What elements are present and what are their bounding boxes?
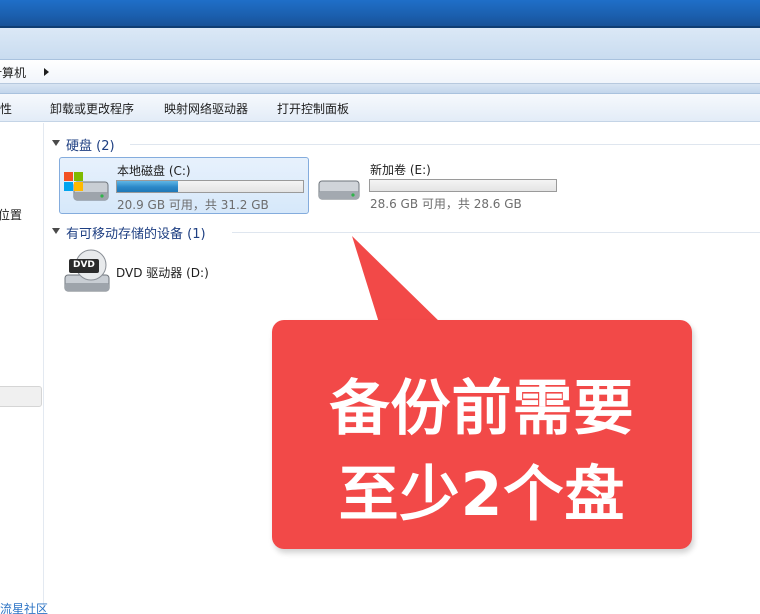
explorer-window: 计算机 属性 卸载或更改程序 映射网络驱动器 打开控制面板 位置 流星社区 硬盘… (0, 0, 760, 614)
callout-line-2: 至少2个盘 (338, 460, 626, 530)
callout-box: 备份前需要 至少2个盘 (272, 320, 692, 549)
callout-line-1: 备份前需要 (329, 374, 635, 444)
